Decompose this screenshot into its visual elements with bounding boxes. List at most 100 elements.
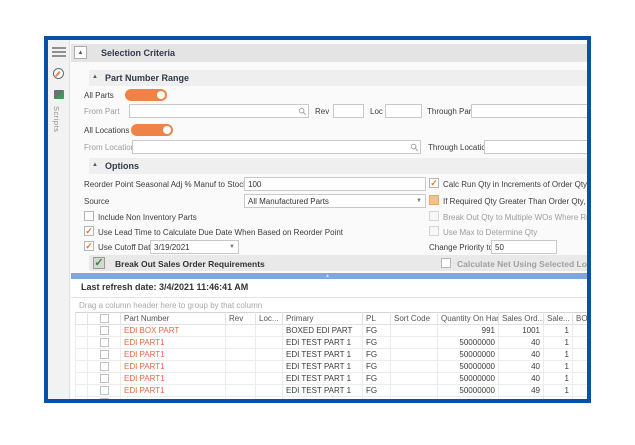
compass-icon[interactable] — [53, 68, 64, 79]
column-header-sort-code[interactable]: Sort Code — [390, 312, 438, 325]
toggle-knob — [163, 126, 171, 134]
use-lead-time-label: Use Lead Time to Calculate Due Date When… — [98, 228, 344, 237]
cell-sale: 1 — [543, 384, 573, 397]
search-icon[interactable] — [298, 107, 307, 116]
row-select-cell[interactable] — [87, 336, 121, 349]
row-indicator — [75, 384, 88, 397]
change-priority-input[interactable] — [491, 240, 557, 254]
loc-label: Loc — [370, 107, 383, 116]
row-indicator — [75, 348, 88, 361]
table-row[interactable]: EDI BOX PART BOXED EDI PART FG 991 1001 … — [75, 324, 587, 337]
rev-input[interactable] — [333, 104, 364, 118]
source-value: All Manufactured Parts — [248, 197, 329, 206]
cell-sales-ord: 40 — [498, 348, 544, 361]
column-header-pl[interactable]: PL — [362, 312, 391, 325]
cell-part-number[interactable]: EDI PART1 — [120, 348, 226, 361]
cell-loc — [255, 384, 283, 397]
row-select-cell[interactable] — [87, 372, 121, 385]
from-part-label: From Part — [84, 107, 120, 116]
row-checkbox[interactable] — [99, 362, 109, 371]
select-all-checkbox[interactable] — [99, 314, 109, 323]
break-out-sales-checkbox[interactable]: ✓ — [93, 257, 105, 269]
all-parts-label: All Parts — [84, 91, 114, 100]
cell-part-number[interactable]: EDI PART1 — [120, 372, 226, 385]
cell-part-number[interactable]: EDI PART1 — [120, 336, 226, 349]
check-icon: ✓ — [85, 226, 93, 236]
through-part-input[interactable] — [471, 104, 587, 118]
cutoff-date-picker[interactable]: 3/19/2021 ▼ — [150, 240, 239, 254]
section-title: Part Number Range — [105, 73, 190, 83]
row-indicator — [75, 336, 88, 349]
cell-quantity-on-hand: 50000000 — [437, 384, 499, 397]
cell-loc — [255, 324, 283, 337]
column-header-bom[interactable]: BOM — [572, 312, 587, 325]
cell-pl: FG — [362, 324, 391, 337]
all-locations-toggle[interactable] — [131, 124, 173, 136]
row-select-cell[interactable] — [87, 396, 121, 399]
part-number-range-header[interactable]: ▲ Part Number Range — [89, 70, 587, 86]
divider — [71, 297, 587, 298]
options-header[interactable]: ▲ Options — [89, 158, 587, 174]
use-lead-time-checkbox[interactable]: ✓ — [84, 226, 94, 236]
select-all-header[interactable] — [87, 312, 121, 325]
break-out-qty-checkbox — [429, 211, 439, 221]
loc-input[interactable] — [385, 104, 422, 118]
calc-run-qty-checkbox[interactable]: ✓ — [429, 178, 439, 188]
if-required-qty-checkbox[interactable] — [429, 195, 439, 205]
cell-part-number[interactable]: EDI PART1 — [120, 360, 226, 373]
sidebar-tab-scripts[interactable]: Scripts — [52, 106, 61, 132]
change-priority-label: Change Priority to — [429, 243, 494, 252]
reorder-point-input[interactable] — [244, 177, 426, 191]
from-part-input[interactable] — [129, 104, 309, 118]
include-non-inventory-label: Include Non Inventory Parts — [98, 213, 197, 222]
row-checkbox[interactable] — [99, 398, 109, 399]
from-location-label: From Location — [84, 143, 136, 152]
results-grid: Part Number Rev Loc... Primary PL Sort C… — [75, 312, 587, 399]
table-row[interactable]: EDI PART1 EDI TEST PART 1 FG 50000000 40… — [75, 336, 587, 349]
table-row[interactable]: EDI PART1 EDI TEST PART 1 FG 50000000 40… — [75, 360, 587, 373]
row-checkbox[interactable] — [99, 338, 109, 347]
row-checkbox[interactable] — [99, 326, 109, 335]
collapse-icon: ▲ — [77, 50, 84, 56]
use-cutoff-date-checkbox[interactable]: ✓ — [84, 241, 94, 251]
row-checkbox[interactable] — [99, 350, 109, 359]
cell-sales-ord: 40 — [498, 372, 544, 385]
calculate-net-checkbox[interactable] — [441, 258, 451, 268]
table-row[interactable]: EDI PART1 EDI TEST PART 1 FG 50000000 49… — [75, 384, 587, 397]
hamburger-menu-icon[interactable] — [52, 47, 66, 49]
row-checkbox[interactable] — [99, 386, 109, 395]
section-title: Options — [105, 161, 139, 171]
package-icon[interactable] — [54, 90, 64, 99]
column-header-quantity-on-hand[interactable]: Quantity On Hand — [437, 312, 499, 325]
from-location-input[interactable] — [132, 140, 421, 154]
cell-quantity-on-hand: 50000000 — [437, 336, 499, 349]
source-dropdown[interactable]: All Manufactured Parts ▼ — [244, 194, 426, 208]
group-by-hint[interactable]: Drag a column header here to group by th… — [79, 301, 262, 310]
cell-part-number[interactable]: EDI PART1 — [120, 384, 226, 397]
collapse-panel-button[interactable]: ▲ — [74, 46, 87, 59]
column-header-sale[interactable]: Sale... — [543, 312, 573, 325]
cell-primary: EDI TEST PART 1 — [282, 384, 363, 397]
include-non-inventory-checkbox[interactable] — [84, 211, 94, 221]
column-header-sales-ord[interactable]: Sales Ord... — [498, 312, 544, 325]
column-header-rev[interactable]: Rev — [225, 312, 256, 325]
cell-part-number[interactable]: EDI BOX PART — [120, 324, 226, 337]
row-select-cell[interactable] — [87, 360, 121, 373]
column-header-loc[interactable]: Loc... — [255, 312, 283, 325]
row-checkbox[interactable] — [99, 374, 109, 383]
cell-sales-ord: 40 — [498, 336, 544, 349]
cell-pl: FG — [362, 384, 391, 397]
break-out-qty-label: Break Out Qty to Multiple WOs Where Run … — [443, 213, 591, 222]
table-row-partial[interactable] — [75, 396, 587, 399]
column-header-part-number[interactable]: Part Number — [120, 312, 226, 325]
row-select-cell[interactable] — [87, 384, 121, 397]
through-location-input[interactable] — [484, 140, 587, 154]
table-row[interactable]: EDI PART1 EDI TEST PART 1 FG 50000000 40… — [75, 348, 587, 361]
row-select-cell[interactable] — [87, 324, 121, 337]
column-header-primary[interactable]: Primary — [282, 312, 363, 325]
search-icon[interactable] — [410, 143, 419, 152]
table-row[interactable]: EDI PART1 EDI TEST PART 1 FG 50000000 40… — [75, 372, 587, 385]
cell-bom — [572, 348, 587, 361]
all-parts-toggle[interactable] — [125, 89, 167, 101]
row-select-cell[interactable] — [87, 348, 121, 361]
